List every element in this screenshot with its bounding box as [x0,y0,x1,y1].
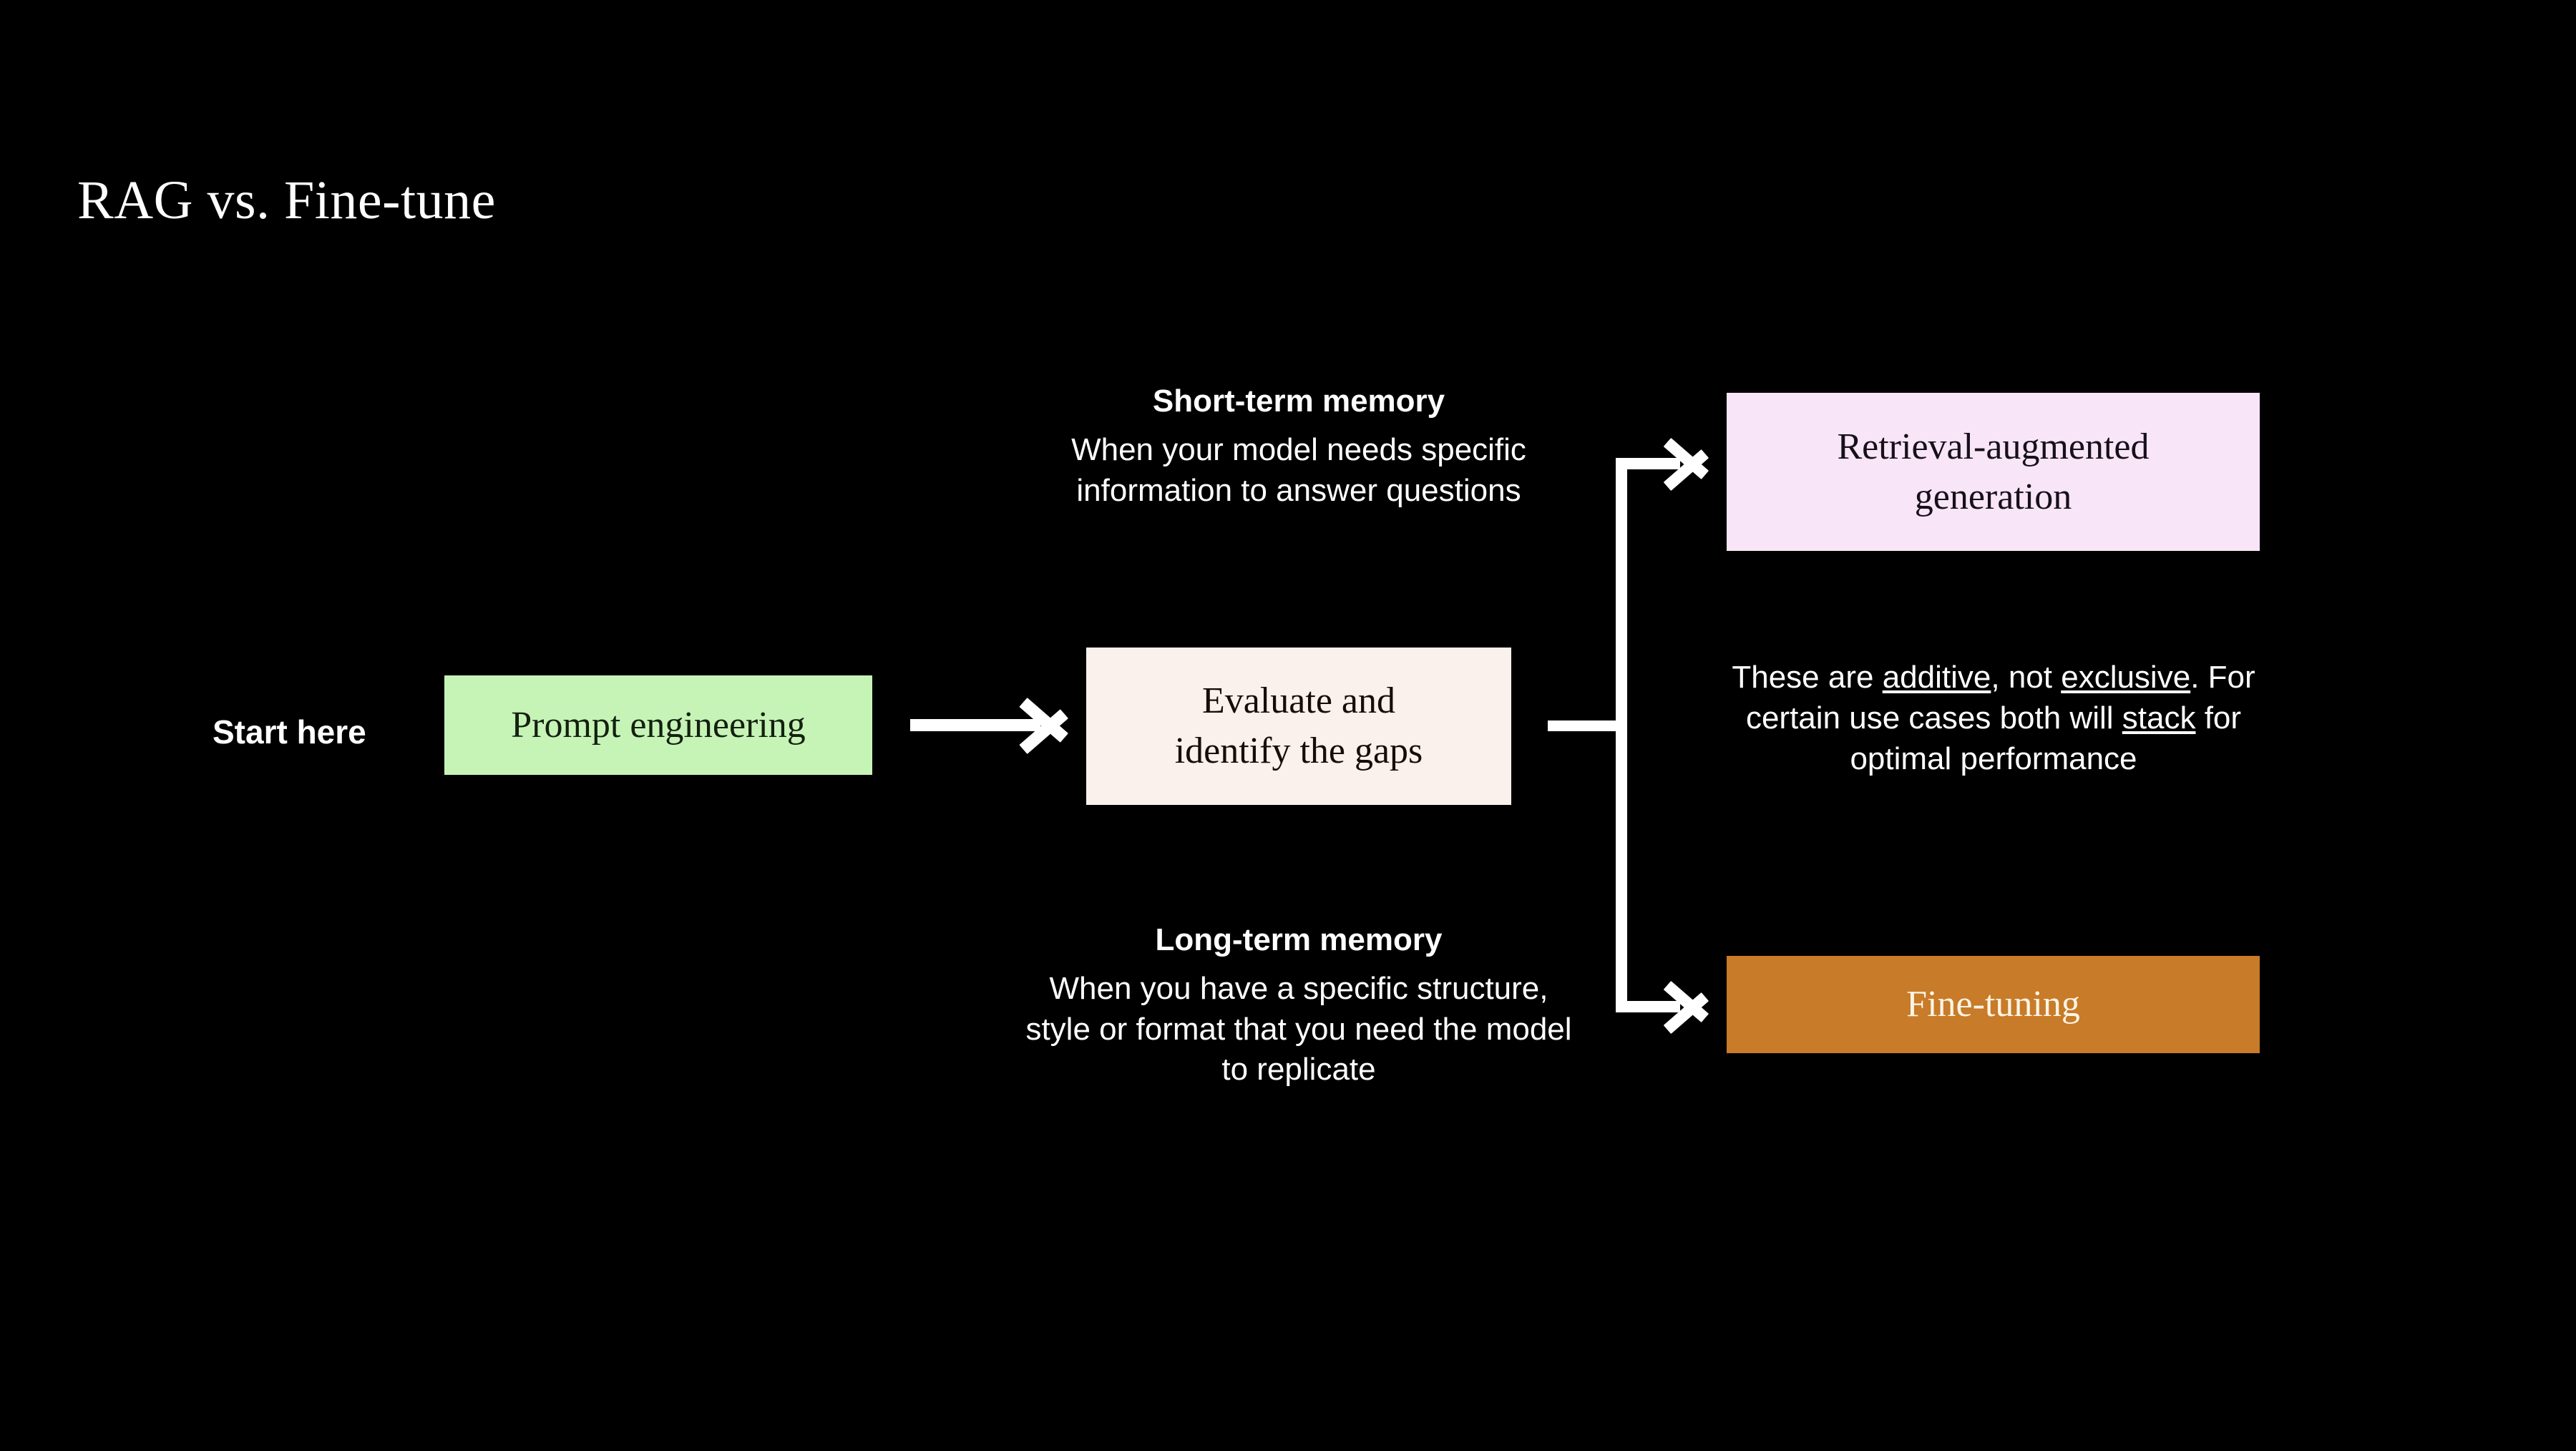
stack-note-underline-stack: stack [2122,700,2196,736]
annotation-stack-note: These are additive, not exclusive. For c… [1717,657,2270,780]
node-fine-tuning-label: Fine-tuning [1906,983,2080,1025]
stack-note-part1: These are [1732,660,1883,695]
node-evaluate-line1: Evaluate and [1202,680,1395,722]
slide-canvas: RAG vs. Fine-tune Start here Prompt engi… [0,0,2576,1451]
node-evaluate-gaps[interactable]: Evaluate and identify the gaps [1086,648,1511,805]
arrow-right-icon [1019,689,1076,762]
node-rag-line1: Retrieval-augmented [1837,426,2150,467]
start-here-label: Start here [213,713,366,751]
annotation-short-term-memory: Short-term memory When your model needs … [1030,381,1567,511]
stack-note-underline-additive: additive [1882,660,1991,695]
node-evaluate-line2: identify the gaps [1174,731,1423,771]
branch-stub-from-evaluate [1548,720,1626,731]
node-rag-line2: generation [1914,476,2072,517]
annotation-long-term-heading: Long-term memory [1155,922,1443,957]
arrow-right-icon [1663,972,1717,1041]
annotation-short-term-body: When your model needs specific informati… [1071,432,1526,508]
stack-note-underline-exclusive: exclusive [2061,660,2191,695]
annotation-long-term-body: When you have a specific structure, styl… [1025,971,1572,1087]
arrow-prompt-to-evaluate-shaft [910,719,1040,731]
stack-note-part2: , not [1991,660,2062,695]
page-title: RAG vs. Fine-tune [77,170,496,230]
arrow-right-icon [1663,429,1717,498]
branch-vertical-trunk [1616,458,1627,1012]
annotation-long-term-memory: Long-term memory When you have a specifi… [1023,920,1574,1090]
node-fine-tuning[interactable]: Fine-tuning [1727,956,2260,1053]
annotation-short-term-heading: Short-term memory [1152,383,1445,419]
node-retrieval-augmented-generation[interactable]: Retrieval-augmented generation [1727,393,2260,551]
node-prompt-engineering[interactable]: Prompt engineering [444,675,872,775]
node-prompt-engineering-label: Prompt engineering [511,704,806,746]
